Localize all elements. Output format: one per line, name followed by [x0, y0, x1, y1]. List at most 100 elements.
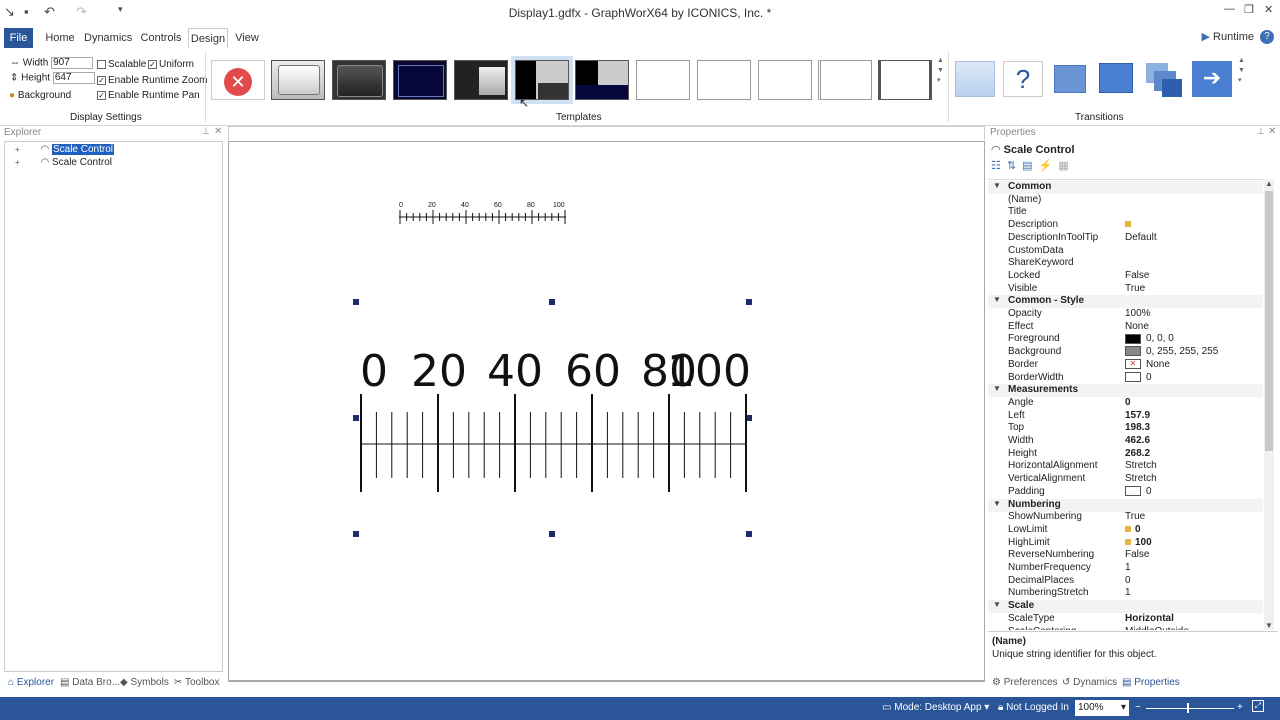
properties-close-icon[interactable]: ✕ — [1268, 126, 1276, 137]
categorized-icon[interactable]: ☷ — [991, 160, 1007, 172]
transition-zoom-out[interactable] — [1050, 61, 1090, 97]
scroll-up-icon[interactable]: ▲ — [1265, 179, 1273, 188]
property-row[interactable]: Effect None — [988, 321, 1263, 334]
tab-data-browser[interactable]: ▤ Data Bro... — [60, 677, 120, 688]
property-category[interactable]: ▼ Common — [988, 181, 1263, 194]
property-row[interactable]: Border ✕ None — [988, 359, 1263, 372]
display-canvas[interactable]: 0 20 40 60 80 100 0 20 40 60 80 100 — [228, 141, 985, 681]
scalable-checkbox[interactable]: Scalable — [97, 59, 146, 70]
property-category[interactable]: ▼ Scale — [988, 600, 1263, 614]
template-black-navy[interactable] — [575, 60, 629, 100]
explorer-pin-icon[interactable]: ⊥ — [202, 126, 210, 137]
property-row[interactable]: Top 198.3 — [988, 422, 1263, 435]
property-category[interactable]: ▼ Measurements — [988, 384, 1263, 398]
template-black-silver[interactable] — [454, 60, 508, 100]
property-row[interactable]: NumberFrequency 1 — [988, 562, 1263, 575]
tab-properties[interactable]: ▤ Properties — [1122, 677, 1180, 688]
template-white-3[interactable] — [758, 60, 812, 100]
property-category[interactable]: ▼ Common - Style — [988, 295, 1263, 309]
property-row[interactable]: ScaleCentering MiddleOutside — [988, 626, 1263, 631]
property-category[interactable]: ▼ Numbering — [988, 498, 1263, 512]
tab-dynamics[interactable]: Dynamics — [84, 28, 132, 48]
tab-dynamics-panel[interactable]: ↺ Dynamics — [1062, 677, 1117, 688]
selection-handle[interactable] — [549, 531, 555, 537]
tab-controls[interactable]: Controls — [138, 28, 184, 48]
events-icon[interactable]: ⚡ — [1039, 160, 1059, 172]
collapse-icon[interactable]: ▼ — [993, 181, 1001, 190]
selection-handle[interactable] — [549, 299, 555, 305]
property-row[interactable]: ReverseNumbering False — [988, 549, 1263, 562]
template-white-2[interactable] — [697, 60, 751, 100]
height-input[interactable]: 647 — [52, 72, 95, 84]
selection-handle[interactable] — [746, 531, 752, 537]
zoom-slider-track[interactable] — [1146, 708, 1234, 709]
collapse-icon[interactable]: ▼ — [993, 600, 1001, 609]
property-row[interactable]: HighLimit 100 — [988, 537, 1263, 550]
transition-slide-icon[interactable]: ➔ — [1192, 61, 1232, 97]
help-icon[interactable]: ? — [1260, 30, 1274, 44]
property-grid-scrollbar[interactable]: ▲ ▼ — [1264, 179, 1274, 630]
property-row[interactable]: Opacity 100% — [988, 308, 1263, 321]
property-row[interactable]: DescriptionInToolTip Default — [988, 232, 1263, 245]
tab-preferences[interactable]: ⚙ Preferences — [992, 677, 1058, 688]
property-row[interactable]: VerticalAlignment Stretch — [988, 473, 1263, 486]
runtime-zoom-checkbox[interactable]: ✓ Enable Runtime Zoom — [97, 75, 208, 86]
template-white-5[interactable] — [878, 60, 932, 100]
tab-view[interactable]: View — [232, 28, 262, 48]
minimize-button[interactable]: — — [1224, 3, 1235, 15]
properties-view-icon[interactable]: ▤ — [1022, 160, 1038, 172]
runtime-button[interactable]: ▶ Runtime — [1202, 30, 1254, 43]
width-input[interactable]: 907 — [51, 57, 94, 69]
tab-design[interactable]: Design — [188, 28, 228, 48]
property-row[interactable]: HorizontalAlignment Stretch — [988, 460, 1263, 473]
transition-zoom-in[interactable] — [1097, 61, 1137, 97]
tab-symbols[interactable]: ◆ Symbols — [120, 677, 169, 688]
property-row[interactable]: Foreground 0, 0, 0 — [988, 333, 1263, 346]
runtime-pan-checkbox[interactable]: ✓ Enable Runtime Pan — [97, 90, 200, 101]
restore-button[interactable]: ❐ — [1244, 3, 1254, 16]
tree-item[interactable]: + ◠ Scale Control — [15, 157, 112, 168]
selection-handle[interactable] — [746, 299, 752, 305]
sort-alpha-icon[interactable]: ⇅ — [1007, 160, 1022, 172]
collapse-icon[interactable]: ▼ — [993, 384, 1001, 393]
tab-toolbox[interactable]: ✂ Toolbox — [174, 677, 219, 688]
template-none[interactable]: ✕ — [211, 60, 265, 100]
close-button[interactable]: ✕ — [1264, 3, 1273, 16]
zoom-slider-thumb[interactable] — [1187, 703, 1189, 713]
properties-pin-icon[interactable]: ⊥ — [1257, 126, 1265, 137]
property-pages-icon[interactable]: ▦ — [1058, 160, 1074, 172]
mode-selector[interactable]: ▭ Mode: Desktop App ▾ — [882, 702, 989, 713]
property-row[interactable]: Locked False — [988, 270, 1263, 283]
property-row[interactable]: Angle 0 — [988, 397, 1263, 410]
expand-icon[interactable]: + — [15, 145, 20, 154]
transition-cascade[interactable] — [1144, 61, 1184, 97]
fit-to-window-icon[interactable]: ⤢ — [1252, 700, 1264, 712]
property-row[interactable]: LowLimit 0 — [988, 524, 1263, 537]
property-row[interactable]: Width 462.6 — [988, 435, 1263, 448]
template-gallery-scroll[interactable]: ▲ ▼ ▾ — [937, 56, 944, 86]
selection-handle[interactable] — [353, 299, 359, 305]
property-row[interactable]: CustomData — [988, 245, 1263, 258]
explorer-close-icon[interactable]: ✕ — [214, 126, 222, 137]
collapse-icon[interactable]: ▼ — [993, 295, 1001, 304]
background-button[interactable]: ● Background — [9, 90, 71, 101]
transition-fade[interactable] — [955, 61, 995, 97]
template-navy[interactable] — [393, 60, 447, 100]
property-row[interactable]: Background 0, 255, 255, 255 — [988, 346, 1263, 359]
scroll-down-icon[interactable]: ▼ — [1265, 621, 1273, 630]
tab-explorer[interactable]: ⌂ Explorer — [8, 677, 54, 688]
property-row[interactable]: DecimalPlaces 0 — [988, 575, 1263, 588]
canvas-horizontal-scrollbar[interactable] — [228, 681, 985, 689]
zoom-in-button[interactable]: + — [1237, 702, 1243, 713]
collapse-icon[interactable]: ▼ — [993, 499, 1001, 508]
tree-item[interactable]: + ◠ Scale Control — [15, 144, 114, 155]
scrollbar-thumb[interactable] — [1265, 191, 1273, 451]
tab-home[interactable]: Home — [42, 28, 78, 48]
property-row[interactable]: Title — [988, 206, 1263, 219]
template-black-gray-selected[interactable] — [511, 56, 573, 104]
zoom-out-button[interactable]: − — [1135, 702, 1141, 713]
expand-icon[interactable]: + — [15, 158, 20, 167]
property-row[interactable]: ScaleType Horizontal — [988, 613, 1263, 626]
template-silver[interactable] — [271, 60, 325, 100]
uniform-checkbox[interactable]: ✓ Uniform — [148, 59, 194, 70]
